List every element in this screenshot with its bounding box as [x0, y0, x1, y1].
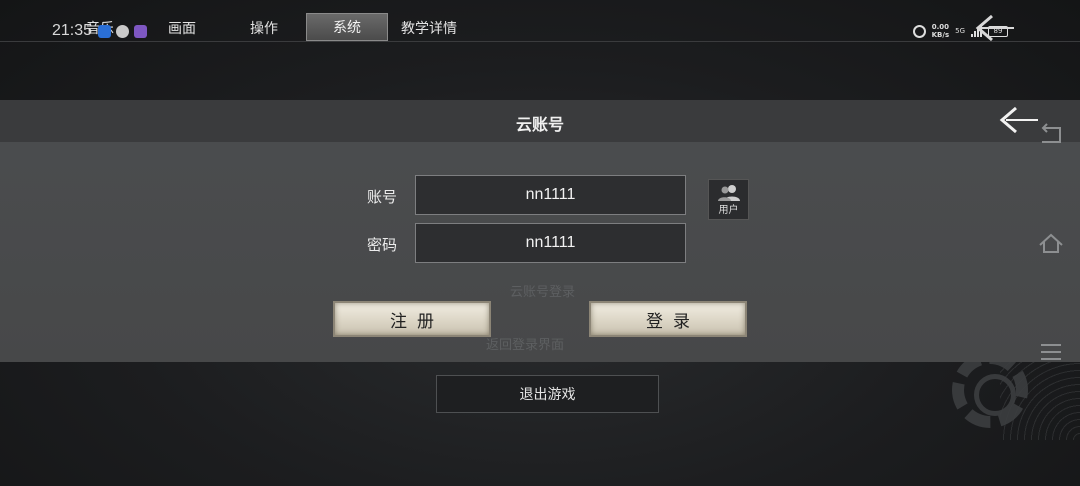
- nav-home-icon[interactable]: [1038, 231, 1064, 255]
- net-speed-value: 0.00: [931, 23, 949, 31]
- net-speed: 0.00 KB/s: [932, 23, 949, 39]
- net-speed-unit: KB/s: [931, 31, 950, 39]
- top-menu-bar: 21:35 音乐 画面 操作 系统 教学详情 0.00 KB/s 5G 89: [0, 0, 1080, 42]
- account-label: 账号: [367, 188, 398, 206]
- alarm-icon: [912, 24, 926, 38]
- user-button[interactable]: 用户: [708, 179, 749, 220]
- app-notification-icon: [98, 25, 111, 38]
- dialog-back-arrow-icon[interactable]: [996, 106, 1040, 134]
- faint-login-text: 云账号登录: [510, 285, 576, 300]
- account-input[interactable]: nn1111: [415, 175, 686, 215]
- password-label: 密码: [367, 236, 398, 254]
- faint-return-text: 返回登录界面: [486, 338, 565, 353]
- nav-menu-icon[interactable]: [1038, 341, 1064, 363]
- settings-gear-icon[interactable]: [952, 352, 1028, 428]
- tab-system[interactable]: 系统: [306, 13, 388, 41]
- tab-controls[interactable]: 操作: [250, 18, 278, 38]
- nav-back-icon[interactable]: [1038, 122, 1064, 146]
- app-notification-icon: [116, 25, 129, 38]
- dialog-title: 云账号: [515, 115, 564, 134]
- password-input[interactable]: nn1111: [415, 223, 686, 263]
- back-arrow-icon[interactable]: [972, 14, 1016, 42]
- login-button[interactable]: 登录: [589, 301, 747, 337]
- cloud-account-dialog: 云账号 账号 nn1111 用户 密码 nn1111 云账号登录 返回登录界面 …: [0, 100, 1080, 362]
- user-button-label: 用户: [718, 204, 739, 216]
- exit-game-button[interactable]: 退出游戏: [436, 375, 659, 413]
- tab-tutorial-details[interactable]: 教学详情: [401, 18, 457, 38]
- network-type: 5G: [955, 27, 965, 35]
- users-icon: [717, 184, 740, 201]
- notification-icons: [98, 25, 147, 38]
- register-button[interactable]: 注册: [333, 301, 491, 337]
- app-notification-icon: [134, 25, 147, 38]
- tab-graphics[interactable]: 画面: [168, 18, 196, 38]
